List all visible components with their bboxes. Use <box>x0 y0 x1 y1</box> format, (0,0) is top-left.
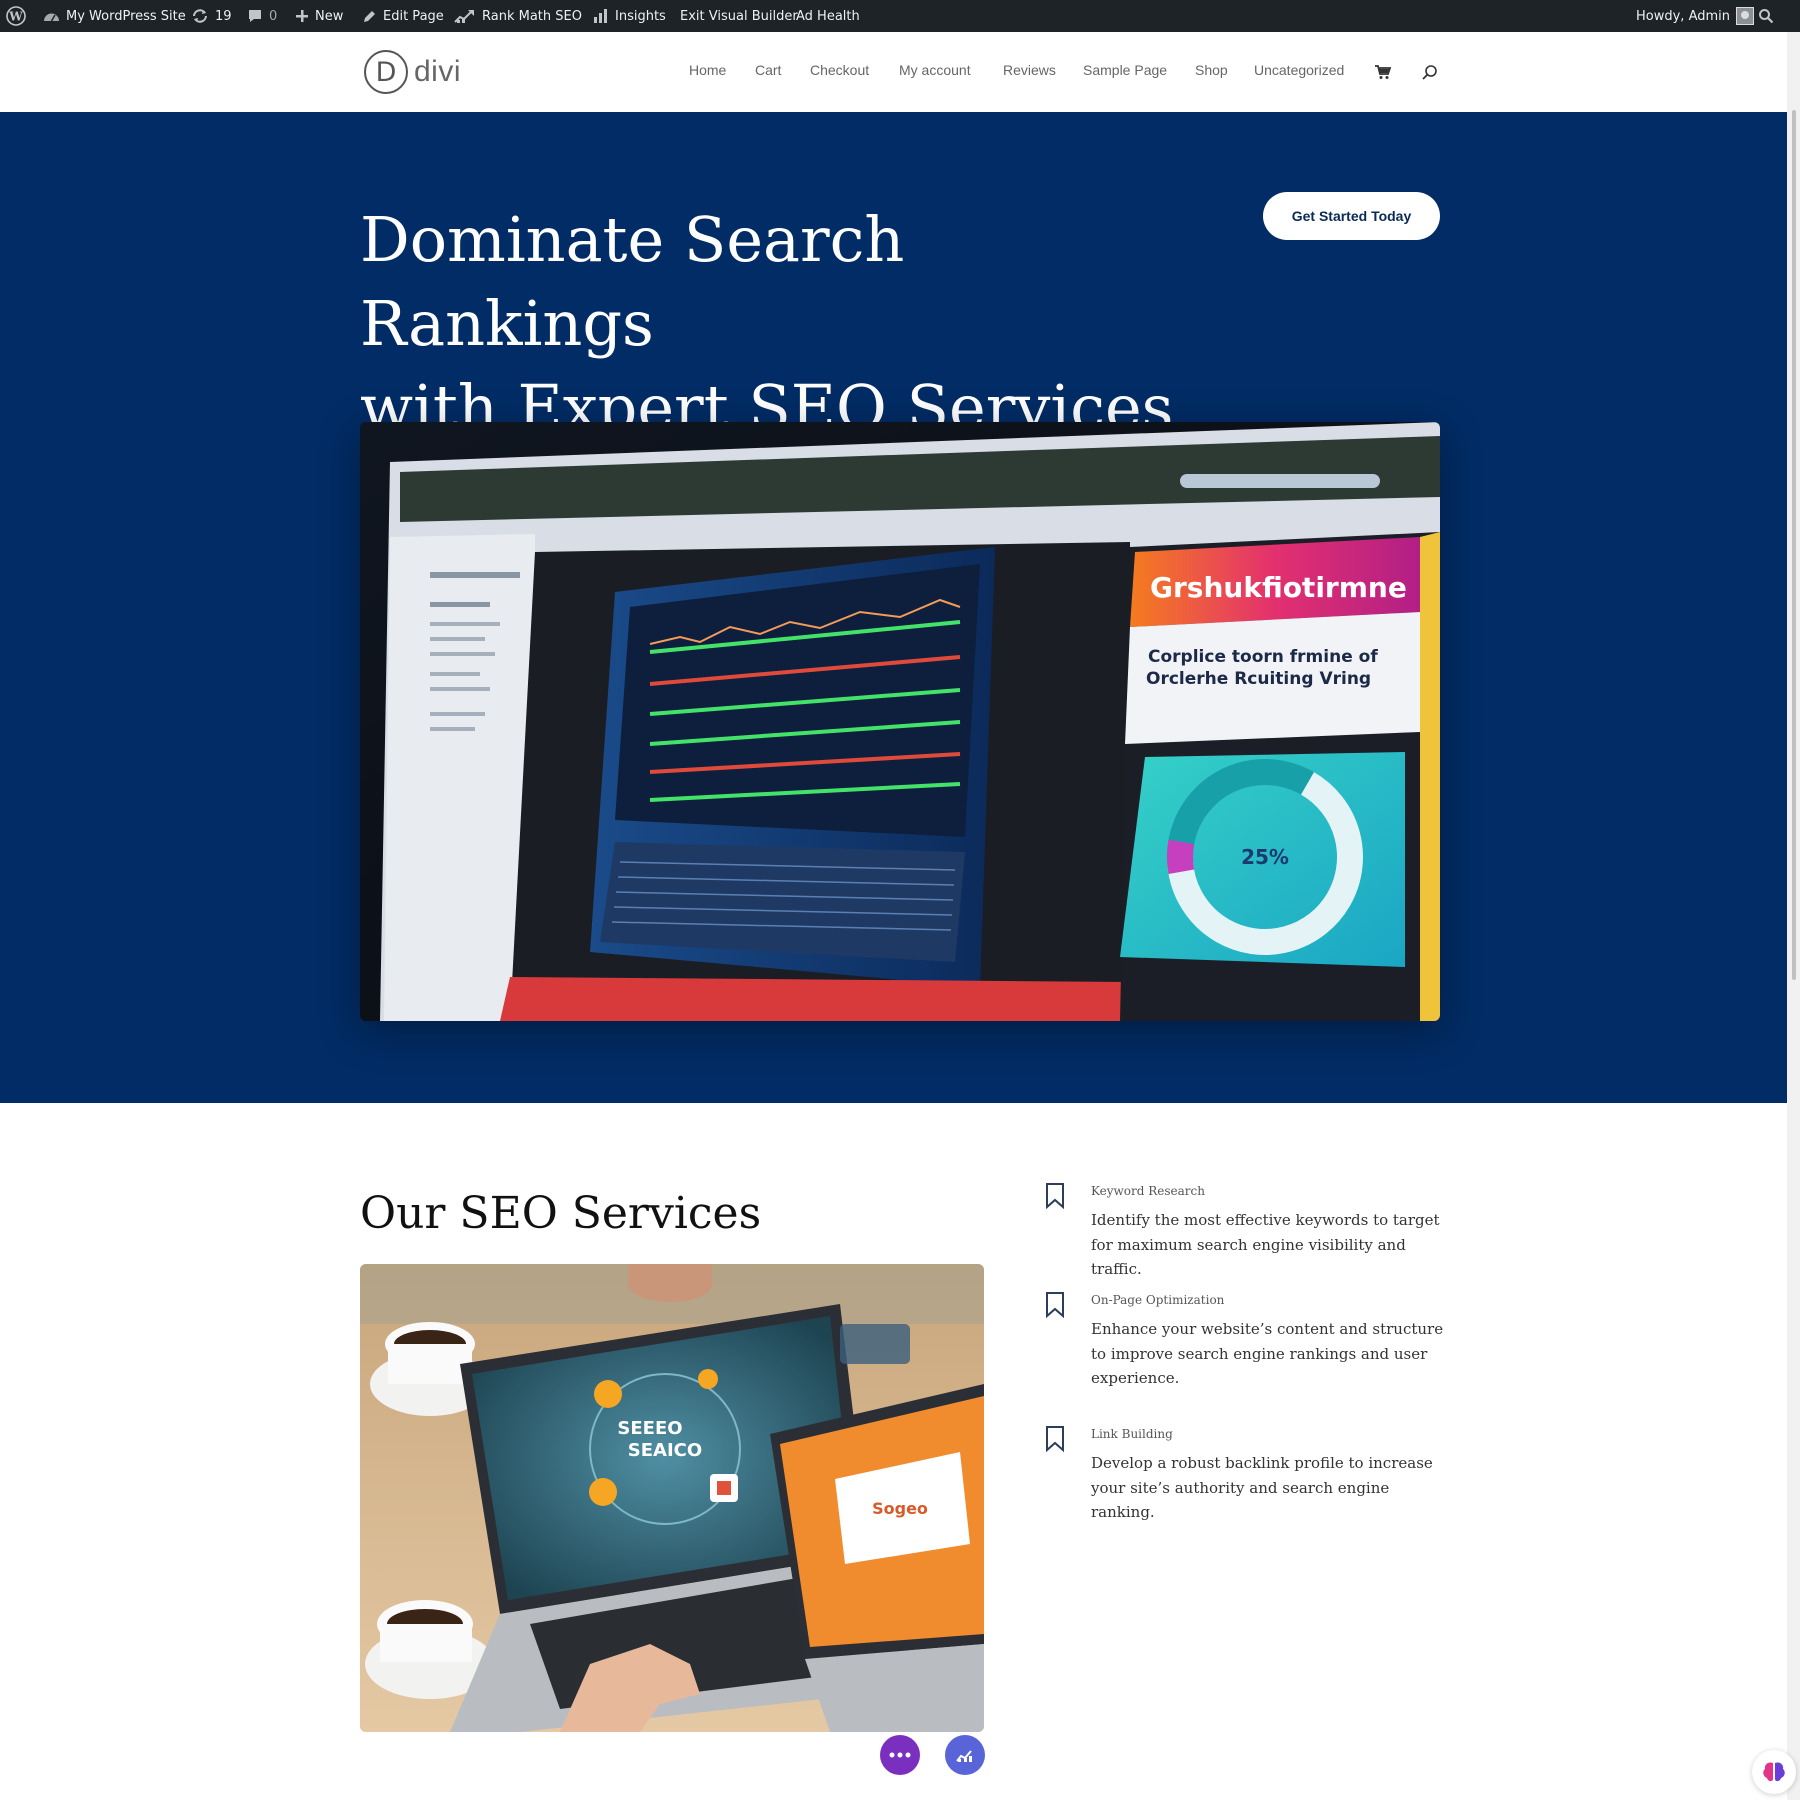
service-title: Link Building <box>1091 1427 1173 1441</box>
hero-image: Grshukfiotirmne Corplice toorn frmine of… <box>360 422 1440 1021</box>
divi-logo-icon: D <box>364 50 408 94</box>
site-logo[interactable]: D divi <box>364 50 461 94</box>
comment-icon <box>247 8 263 24</box>
nav-uncategorized[interactable]: Uncategorized <box>1254 62 1344 78</box>
admin-search-button[interactable] <box>1758 0 1774 32</box>
service-title: Keyword Research <box>1091 1184 1205 1198</box>
nav-cart[interactable]: Cart <box>755 62 781 78</box>
nav-home[interactable]: Home <box>689 62 726 78</box>
rank-math-link[interactable]: Rank Math SEO <box>454 0 582 32</box>
service-title: On-Page Optimization <box>1091 1293 1224 1307</box>
hero-title-line1: Dominate Search Rankings <box>360 203 904 360</box>
services-title: Our SEO Services <box>360 1188 761 1239</box>
search-icon <box>1758 8 1774 24</box>
services-image: SEEEO SEAICO Sogeo <box>360 1264 984 1732</box>
laptop-text-line2: SEAICO <box>628 1440 702 1461</box>
wordpress-logo[interactable]: W <box>6 0 26 32</box>
donut-value: 25% <box>1241 845 1289 869</box>
avatar <box>1736 7 1754 25</box>
panel-subtext-line1: Corplice toorn frmine of <box>1148 647 1378 667</box>
builder-analytics-button[interactable] <box>945 1735 985 1775</box>
panel-heading: Grshukfiotirmne <box>1150 571 1407 604</box>
header-search-icon[interactable] <box>1421 64 1438 81</box>
svg-text:W: W <box>8 10 23 24</box>
service-description: Identify the most effective keywords to … <box>1091 1208 1451 1282</box>
new-content-link[interactable]: New <box>295 0 343 32</box>
pencil-icon <box>362 9 377 24</box>
seo-dashboard-illustration: Grshukfiotirmne Corplice toorn frmine of… <box>360 422 1440 1021</box>
nav-sample-page[interactable]: Sample Page <box>1083 62 1167 78</box>
comments-link[interactable]: 0 <box>247 0 277 32</box>
nav-checkout[interactable]: Checkout <box>810 62 869 78</box>
admin-bar: W My WordPress Site 19 0 New Edit Page R… <box>0 0 1800 32</box>
updates-link[interactable]: 19 <box>191 0 232 32</box>
new-label: New <box>315 9 343 24</box>
dashboard-icon <box>43 9 60 23</box>
site-header: D divi Home Cart Checkout My account Rev… <box>0 32 1787 112</box>
insights-link[interactable]: Insights <box>593 0 666 32</box>
site-name: My WordPress Site <box>66 9 186 24</box>
exit-visual-builder-link[interactable]: Exit Visual Builder <box>680 0 798 32</box>
updates-icon <box>191 8 209 24</box>
brain-icon <box>1761 1760 1787 1784</box>
bar-chart-icon <box>593 8 609 24</box>
howdy-label: Howdy, Admin <box>1636 9 1730 24</box>
analytics-icon <box>955 1747 975 1763</box>
laptop-workspace-illustration: SEEEO SEAICO Sogeo <box>360 1264 984 1732</box>
exit-visual-builder-label: Exit Visual Builder <box>680 9 798 24</box>
rank-math-icon <box>454 8 476 24</box>
tablet-text: Sogeo <box>872 1499 928 1518</box>
service-description: Develop a robust backlink profile to inc… <box>1091 1451 1451 1525</box>
bookmark-icon <box>1043 1425 1067 1453</box>
laptop-text-line1: SEEEO <box>617 1418 682 1439</box>
my-account-link[interactable]: Howdy, Admin <box>1636 0 1754 32</box>
get-started-button[interactable]: Get Started Today <box>1263 192 1440 240</box>
scrollbar-thumb[interactable] <box>1792 110 1796 980</box>
ad-health-link[interactable]: Ad Health <box>796 0 860 32</box>
nav-reviews[interactable]: Reviews <box>1003 62 1056 78</box>
cart-icon[interactable] <box>1374 65 1391 80</box>
comments-count: 0 <box>269 9 277 24</box>
site-name-link[interactable]: My WordPress Site <box>43 0 186 32</box>
nav-my-account[interactable]: My account <box>899 62 971 78</box>
bookmark-icon <box>1043 1291 1067 1319</box>
edit-page-link[interactable]: Edit Page <box>362 0 444 32</box>
hero-title: Dominate Search Rankings with Expert SEO… <box>360 198 1180 450</box>
nav-shop[interactable]: Shop <box>1195 62 1228 78</box>
builder-more-button[interactable] <box>880 1735 920 1775</box>
bookmark-icon <box>1043 1182 1067 1210</box>
more-dots-icon <box>889 1752 911 1758</box>
edit-page-label: Edit Page <box>383 9 444 24</box>
ad-health-label: Ad Health <box>796 9 860 24</box>
plus-icon <box>295 9 309 23</box>
logo-text: divi <box>414 55 461 89</box>
rank-math-label: Rank Math SEO <box>482 9 582 24</box>
ai-assistant-button[interactable] <box>1752 1750 1796 1794</box>
wordpress-icon: W <box>6 6 26 26</box>
panel-subtext-line2: Orclerhe Rcuiting Vring <box>1146 669 1371 689</box>
insights-label: Insights <box>615 9 666 24</box>
updates-count: 19 <box>215 9 232 24</box>
service-description: Enhance your website’s content and struc… <box>1091 1317 1451 1391</box>
